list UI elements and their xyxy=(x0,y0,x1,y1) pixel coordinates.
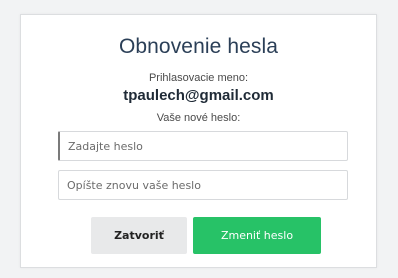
page: Obnovenie hesla Prihlasovacie meno: tpau… xyxy=(0,0,398,278)
dialog-title: Obnovenie hesla xyxy=(118,35,279,58)
close-button[interactable]: Zatvoriť xyxy=(91,217,187,254)
login-label: Prihlasovacie meno: xyxy=(148,72,249,84)
new-password-label: Vaše nové heslo: xyxy=(156,112,241,124)
password-reset-dialog: Obnovenie hesla Prihlasovacie meno: tpau… xyxy=(20,14,377,268)
login-value: tpaulech@gmail.com xyxy=(123,87,274,104)
change-password-button[interactable]: Zmeniť heslo xyxy=(193,217,321,254)
new-password-input[interactable] xyxy=(58,131,348,161)
repeat-password-input[interactable] xyxy=(58,170,348,200)
